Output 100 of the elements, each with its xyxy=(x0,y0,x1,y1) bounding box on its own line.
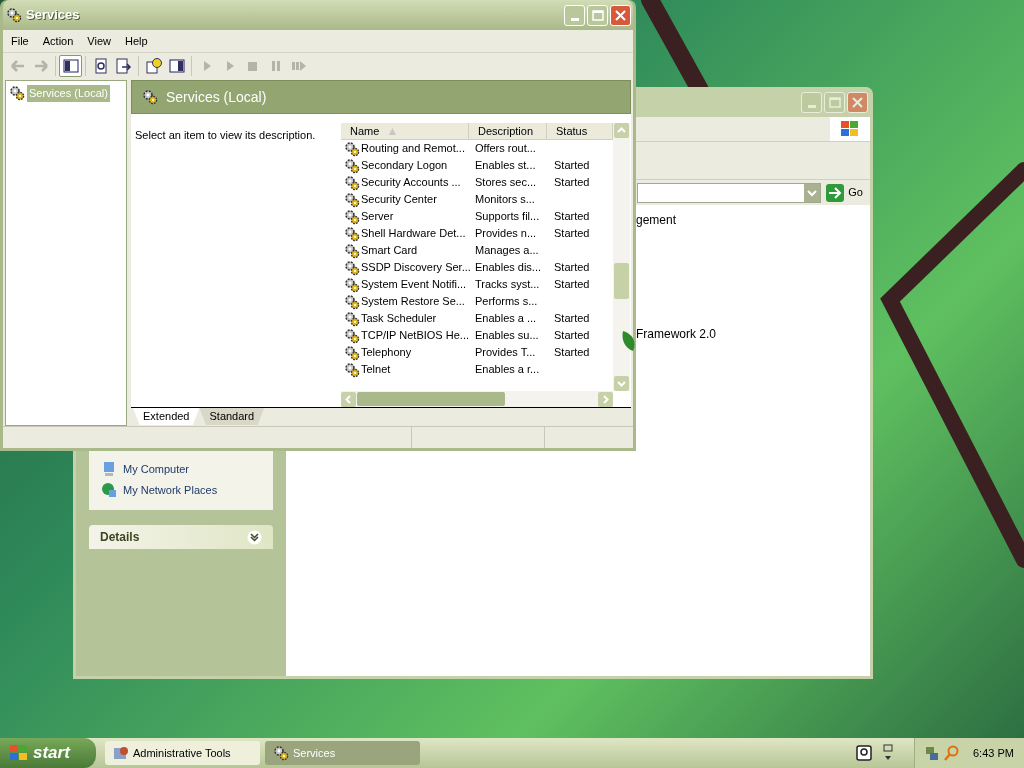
maximize-button[interactable] xyxy=(587,4,608,26)
service-description: Provides n... xyxy=(475,227,537,240)
gear-icon xyxy=(344,140,360,157)
place-link[interactable]: My Computer xyxy=(123,461,190,478)
restore-icon[interactable] xyxy=(882,744,894,762)
gear-icon xyxy=(344,242,360,259)
service-description: Tracks syst... xyxy=(475,278,540,291)
sort-arrow-icon xyxy=(389,127,397,135)
menu-item[interactable]: Action xyxy=(36,32,80,50)
gear-icon xyxy=(344,293,360,310)
column-header[interactable]: Description xyxy=(469,123,547,139)
service-status: Started xyxy=(554,159,590,172)
show-tree-button[interactable] xyxy=(59,54,82,77)
gear-icon xyxy=(344,361,360,378)
service-name[interactable]: Task Scheduler xyxy=(361,310,437,327)
gear-icon xyxy=(344,225,360,242)
gear-icon xyxy=(273,745,289,761)
scroll-thumb[interactable] xyxy=(357,392,505,406)
network-icon[interactable] xyxy=(925,745,939,761)
panel-icon xyxy=(168,57,185,74)
service-description: Enables st... xyxy=(475,159,536,172)
scroll-thumb[interactable] xyxy=(614,263,629,299)
windows-logo-icon xyxy=(841,121,859,137)
minimize-icon xyxy=(807,104,816,108)
close-button[interactable] xyxy=(610,4,631,26)
vertical-scrollbar[interactable] xyxy=(613,123,630,391)
service-status: Started xyxy=(554,261,590,274)
service-description: Offers rout... xyxy=(475,142,536,155)
left-arrow-icon xyxy=(9,57,26,74)
gear-icon xyxy=(344,174,360,191)
gear-icon xyxy=(344,157,360,174)
service-status: Started xyxy=(554,346,590,359)
menu-item[interactable]: Help xyxy=(118,32,154,50)
service-name[interactable]: Security Center xyxy=(361,191,437,208)
service-status: Started xyxy=(554,176,590,189)
service-status: Started xyxy=(554,227,590,240)
help-icon[interactable] xyxy=(856,745,872,761)
service-description: Enables dis... xyxy=(475,261,542,274)
gear-icon xyxy=(344,208,360,225)
view-tab[interactable]: Standard xyxy=(199,408,265,425)
tools-icon xyxy=(113,745,129,761)
windows-logo-icon xyxy=(10,745,28,761)
details-panel-header[interactable]: Details xyxy=(89,525,273,549)
service-status: Started xyxy=(554,210,590,223)
refresh-icon xyxy=(92,57,109,74)
close-button[interactable] xyxy=(847,91,868,113)
place-link[interactable]: My Network Places xyxy=(123,481,218,498)
address-field[interactable] xyxy=(637,182,822,203)
window-title: Services xyxy=(26,6,81,25)
close-icon xyxy=(615,9,626,21)
gear-icon xyxy=(344,344,360,361)
search-icon[interactable] xyxy=(943,745,959,761)
gear-icon xyxy=(344,310,360,327)
service-status: Started xyxy=(554,278,590,291)
column-header[interactable]: Name xyxy=(341,123,469,139)
gear-icon xyxy=(344,327,360,344)
service-status: Started xyxy=(554,312,590,325)
clock: 6:43 PM xyxy=(973,745,1014,761)
service-description: Enables a ... xyxy=(475,312,537,325)
network-globe-icon xyxy=(101,481,117,498)
service-name[interactable]: System Event Notifi... xyxy=(361,276,467,293)
go-button[interactable]: Go xyxy=(825,182,864,203)
leaf-cursor-icon xyxy=(621,330,637,352)
menu-item[interactable]: File xyxy=(5,32,35,50)
item-label: Framework 2.0 xyxy=(636,326,718,343)
taskbar-button[interactable]: Administrative Tools xyxy=(105,741,260,765)
computer-icon xyxy=(101,461,117,478)
pane-title: Services (Local) xyxy=(166,87,267,107)
service-description: Manages a... xyxy=(475,244,539,257)
service-name[interactable]: Server xyxy=(361,208,394,225)
service-status: Started xyxy=(554,329,590,342)
start-button[interactable]: start xyxy=(0,738,96,768)
service-name[interactable]: Shell Hardware Det... xyxy=(361,225,466,242)
minimize-icon xyxy=(570,17,579,21)
gear-icon xyxy=(344,259,360,276)
gear-icon xyxy=(6,7,22,23)
view-tab[interactable]: Extended xyxy=(133,408,200,425)
menu-item[interactable]: View xyxy=(81,32,117,50)
description-hint: Select an item to view its description. xyxy=(135,129,316,141)
service-description: Supports fil... xyxy=(475,210,540,223)
details-title: Details xyxy=(100,529,140,546)
maximize-icon xyxy=(828,96,841,108)
service-name[interactable]: Telnet xyxy=(361,361,391,378)
document-arrow-icon xyxy=(115,57,132,74)
service-name[interactable]: Secondary Logon xyxy=(361,157,448,174)
service-name[interactable]: TCP/IP NetBIOS He... xyxy=(361,327,469,344)
service-name[interactable]: Telephony xyxy=(361,344,412,361)
service-name[interactable]: Security Accounts ... xyxy=(361,174,461,191)
service-name[interactable]: SSDP Discovery Ser... xyxy=(361,259,471,276)
gear-icon xyxy=(142,89,158,105)
service-name[interactable]: Routing and Remot... xyxy=(361,140,465,157)
gear-icon xyxy=(344,191,360,208)
minimize-button[interactable] xyxy=(801,91,822,113)
minimize-button[interactable] xyxy=(564,4,585,26)
service-name[interactable]: System Restore Se... xyxy=(361,293,465,310)
service-description: Enables su... xyxy=(475,329,539,342)
split-pane-icon xyxy=(62,57,79,74)
horizontal-scrollbar[interactable] xyxy=(341,391,613,407)
service-name[interactable]: Smart Card xyxy=(361,242,418,259)
maximize-button[interactable] xyxy=(824,91,845,113)
